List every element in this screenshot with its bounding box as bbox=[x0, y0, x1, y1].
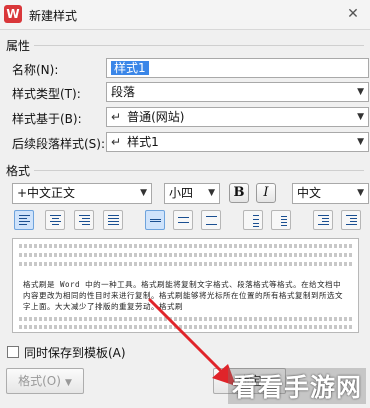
annotation-arrow bbox=[148, 298, 236, 386]
annotation-arrow-shaft bbox=[148, 298, 228, 378]
site-watermark: 看看手游网 bbox=[227, 368, 366, 404]
